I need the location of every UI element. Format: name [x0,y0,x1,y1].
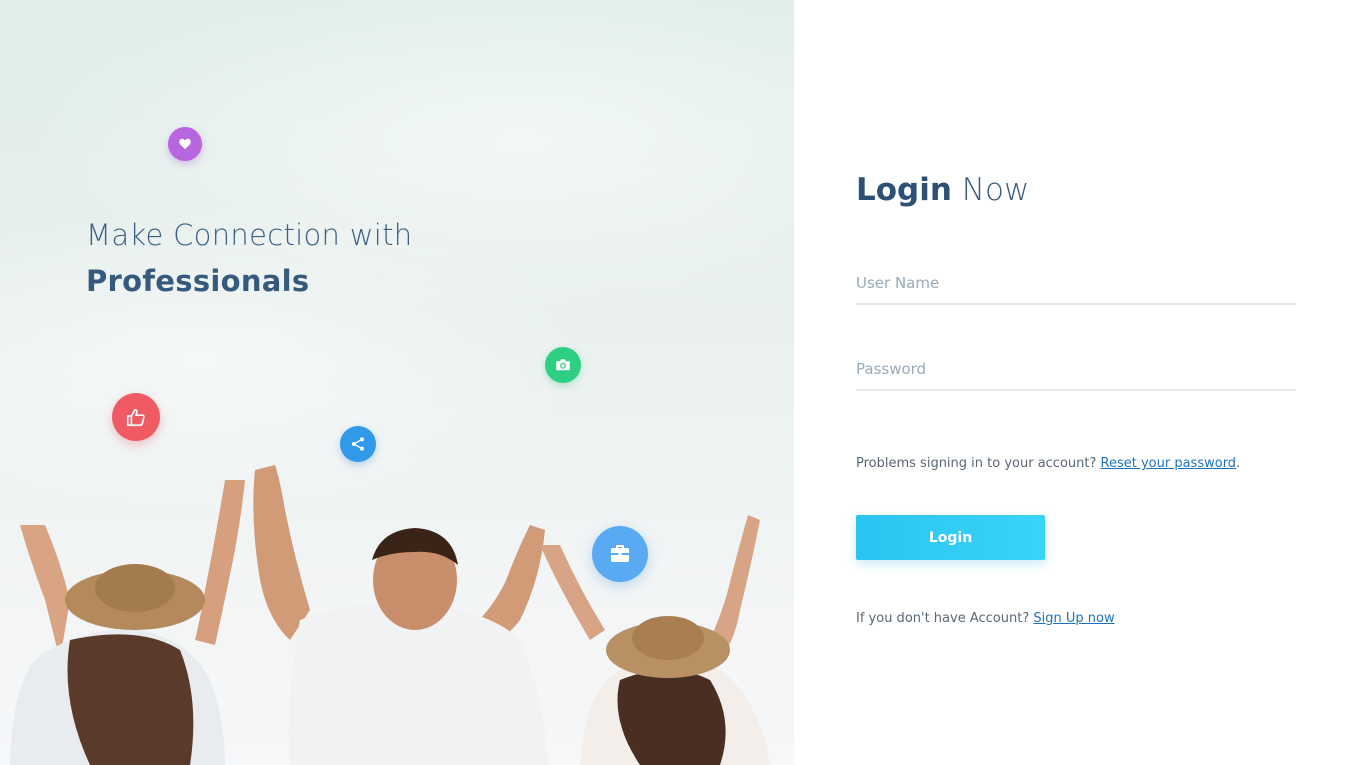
camera-icon [556,359,570,371]
help-text-suffix: . [1236,456,1241,471]
username-input[interactable] [856,263,1296,305]
signup-link[interactable]: Sign Up now [1033,611,1114,626]
login-button[interactable]: Login [856,515,1045,560]
login-panel: Login Now Problems signing in to your ac… [794,0,1366,765]
signup-text-label: If you don't have Account? [856,611,1030,626]
login-heading-light: Now [961,172,1030,208]
briefcase-bubble [592,526,648,582]
hero-heading-line2: Professionals [86,264,310,298]
hero-heading-line1: Make Connection with [86,218,413,252]
hero-heading: Make Connection with Professionals [86,212,412,304]
briefcase-icon [611,545,629,562]
hero-panel: Make Connection with Professionals [0,0,794,765]
reset-password-link[interactable]: Reset your password [1101,456,1237,471]
hero-people-image [10,465,770,765]
thumbs-up-icon [126,408,145,427]
heart-icon [179,138,191,150]
signup-text: If you don't have Account? Sign Up now [856,611,1115,626]
heart-bubble [168,127,202,161]
password-input[interactable] [856,349,1296,391]
camera-bubble [545,347,581,383]
like-bubble [112,393,160,441]
login-heading-bold: Login [856,172,952,208]
share-icon [352,437,364,451]
help-text-label: Problems signing in to your account? [856,456,1097,471]
share-bubble [340,426,376,462]
help-text: Problems signing in to your account? Res… [856,456,1240,471]
login-heading: Login Now [856,168,1029,212]
